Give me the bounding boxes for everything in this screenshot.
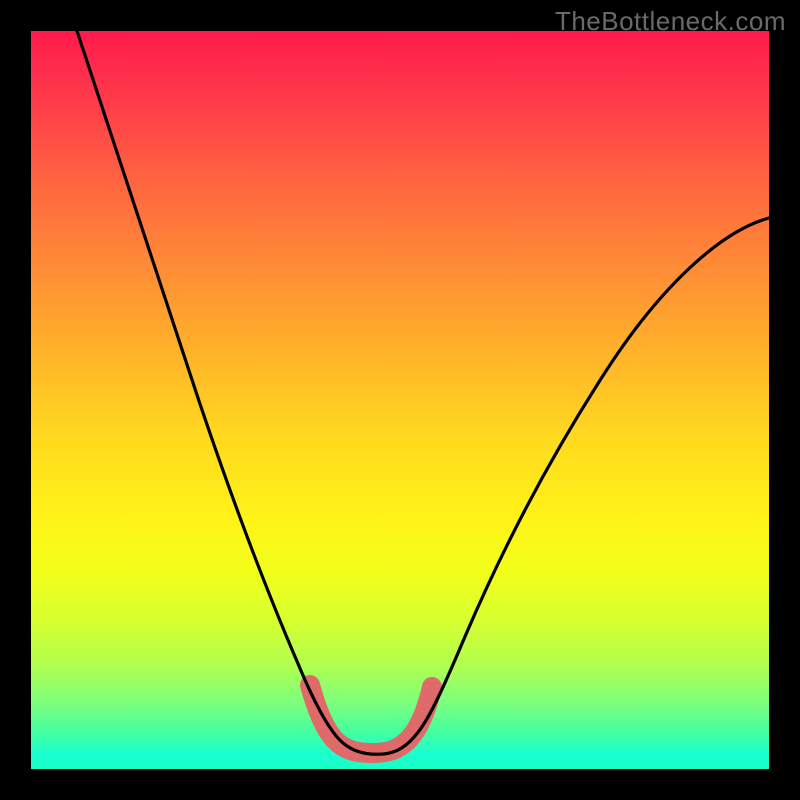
plot-area: [31, 31, 769, 769]
bottleneck-curve-path: [77, 31, 769, 754]
chart-frame: TheBottleneck.com: [0, 0, 800, 800]
bottleneck-curve-svg: [31, 31, 769, 769]
optimal-band-path: [310, 685, 432, 753]
